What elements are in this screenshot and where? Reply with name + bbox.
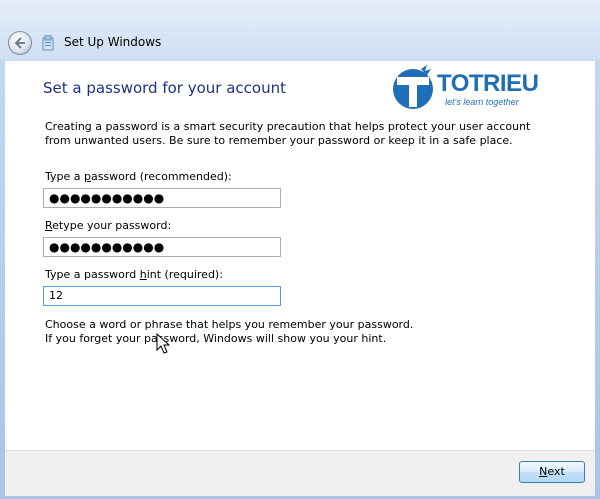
hint-help-line-2: If you forget your password, Windows wil… xyxy=(45,332,387,345)
password-field[interactable]: ●●●●●●●●●●● xyxy=(43,188,281,208)
password-hint-field[interactable]: 12 xyxy=(43,286,281,306)
footer-bar: Next xyxy=(5,450,595,496)
retype-password-label: Retype your password: xyxy=(45,219,172,232)
password-label: Type a password (recommended): xyxy=(45,170,232,183)
logo-mark-icon xyxy=(393,65,433,109)
totrieu-logo: TOTRIEU let's learn together xyxy=(391,61,541,113)
hint-help-text: Choose a word or phrase that helps you r… xyxy=(45,318,565,346)
logo-text: TOTRIEU xyxy=(437,70,539,97)
page-title: Set a password for your account xyxy=(43,79,286,97)
back-arrow-icon xyxy=(14,37,25,49)
title-bar: Set Up Windows xyxy=(0,0,600,60)
setup-window: Set Up Windows TOTRIEU let's learn toget… xyxy=(0,0,600,499)
window-title: Set Up Windows xyxy=(64,35,162,49)
setup-icon xyxy=(42,35,54,51)
next-button[interactable]: Next xyxy=(519,461,585,483)
back-button[interactable] xyxy=(8,31,32,55)
logo-tagline: let's learn together xyxy=(445,97,519,107)
content-panel: TOTRIEU let's learn together Set a passw… xyxy=(5,61,595,450)
hint-help-line-1: Choose a word or phrase that helps you r… xyxy=(45,318,414,331)
retype-password-field[interactable]: ●●●●●●●●●●● xyxy=(43,237,281,257)
password-hint-label: Type a password hint (required): xyxy=(45,268,223,281)
mouse-cursor-icon xyxy=(156,333,170,354)
intro-text: Creating a password is a smart security … xyxy=(45,120,531,147)
